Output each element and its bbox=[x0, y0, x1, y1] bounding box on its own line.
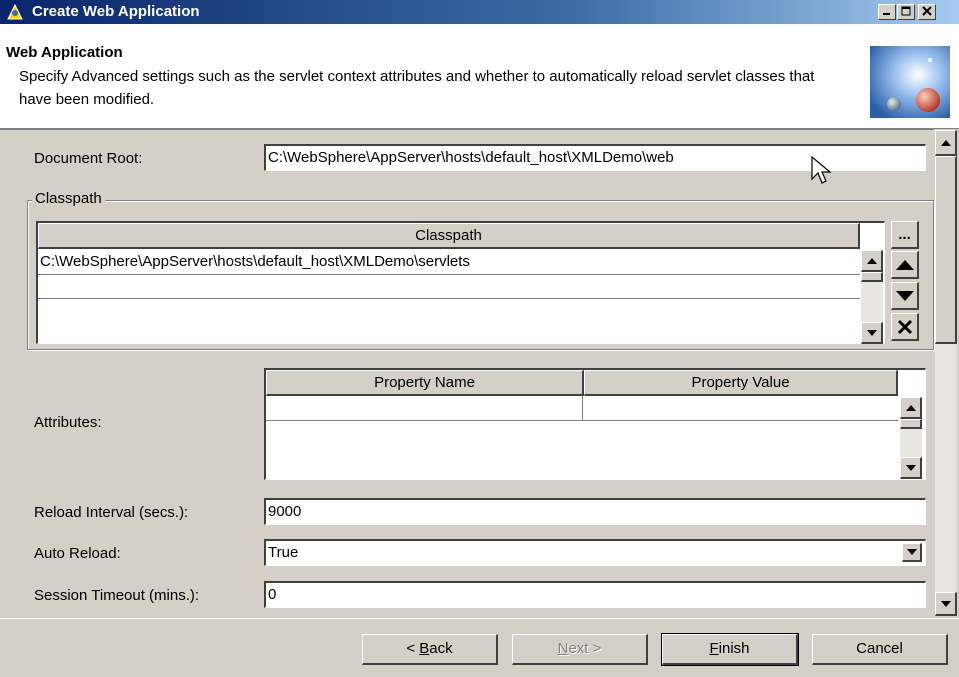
window-title: Create Web Application bbox=[32, 3, 200, 20]
up-arrow-icon bbox=[895, 259, 914, 270]
session-timeout-field[interactable]: 0 bbox=[264, 581, 926, 608]
column-divider bbox=[582, 396, 583, 420]
session-timeout-label: Session Timeout (mins.): bbox=[34, 587, 200, 604]
auto-reload-value: True bbox=[268, 544, 299, 561]
row-divider bbox=[38, 298, 860, 299]
browse-button[interactable]: ... bbox=[891, 221, 919, 249]
create-web-application-window: Create Web Application Web Application S… bbox=[0, 0, 959, 677]
finish-label-rest: inish bbox=[718, 640, 750, 657]
attributes-label: Attributes: bbox=[34, 414, 102, 431]
scroll-down-icon[interactable] bbox=[900, 457, 922, 479]
reload-interval-label: Reload Interval (secs.): bbox=[34, 504, 189, 521]
document-root-label: Document Root: bbox=[34, 150, 143, 167]
back-label-rest: ack bbox=[429, 640, 453, 657]
header-title: Web Application bbox=[6, 44, 123, 61]
classpath-column-header[interactable]: Classpath bbox=[38, 223, 860, 249]
settings-panel: Document Root: C:\WebSphere\AppServer\ho… bbox=[0, 129, 934, 618]
title-bar[interactable]: Create Web Application bbox=[0, 0, 959, 24]
cancel-button[interactable]: Cancel bbox=[812, 634, 948, 665]
scroll-up-icon[interactable] bbox=[900, 397, 922, 419]
back-button[interactable]: < Back bbox=[362, 634, 498, 665]
property-value-header[interactable]: Property Value bbox=[584, 370, 898, 396]
remove-icon bbox=[897, 319, 912, 334]
globe-banner-icon bbox=[870, 46, 950, 118]
maximize-icon[interactable] bbox=[897, 4, 915, 20]
auto-reload-select[interactable]: True bbox=[264, 539, 926, 566]
back-label: < bbox=[406, 640, 420, 657]
back-mnemonic: B bbox=[419, 640, 430, 657]
wizard-header: Web Application Specify Advanced setting… bbox=[0, 24, 959, 129]
scroll-thumb[interactable] bbox=[861, 272, 883, 282]
mouse-pointer-icon bbox=[811, 155, 832, 184]
wizard-icon bbox=[7, 3, 23, 20]
move-up-button[interactable] bbox=[891, 251, 919, 279]
next-button[interactable]: Next > bbox=[512, 634, 648, 665]
scroll-down-icon[interactable] bbox=[861, 322, 883, 344]
minimize-icon[interactable] bbox=[878, 4, 896, 20]
property-name-header[interactable]: Property Name bbox=[266, 370, 584, 396]
remove-button[interactable] bbox=[891, 313, 919, 341]
scroll-down-icon[interactable] bbox=[935, 592, 957, 616]
auto-reload-label: Auto Reload: bbox=[34, 545, 121, 562]
header-description: Specify Advanced settings such as the se… bbox=[19, 68, 815, 108]
wizard-footer: < Back Next > Finish Cancel bbox=[0, 618, 959, 677]
classpath-group-label: Classpath bbox=[32, 190, 105, 207]
row-divider bbox=[266, 420, 898, 421]
scroll-thumb[interactable] bbox=[935, 156, 957, 344]
classpath-table[interactable]: Classpath C:\WebSphere\AppServer\hosts\d… bbox=[36, 221, 885, 344]
finish-mnemonic: F bbox=[709, 640, 719, 657]
finish-button[interactable]: Finish bbox=[661, 633, 799, 666]
scroll-up-icon[interactable] bbox=[861, 250, 883, 272]
down-arrow-icon bbox=[895, 290, 914, 301]
row-divider bbox=[38, 274, 860, 275]
attributes-table[interactable]: Property Name Property Value bbox=[264, 368, 926, 480]
next-label-rest: ext > bbox=[568, 640, 602, 657]
close-icon[interactable] bbox=[918, 4, 936, 20]
dropdown-arrow-icon[interactable] bbox=[902, 543, 922, 562]
move-down-button[interactable] bbox=[891, 282, 919, 310]
next-mnemonic: N bbox=[557, 640, 569, 657]
scroll-up-icon[interactable] bbox=[935, 130, 957, 156]
classpath-row[interactable]: C:\WebSphere\AppServer\hosts\default_hos… bbox=[38, 250, 860, 274]
scroll-thumb[interactable] bbox=[900, 419, 922, 429]
reload-interval-field[interactable]: 9000 bbox=[264, 498, 926, 525]
